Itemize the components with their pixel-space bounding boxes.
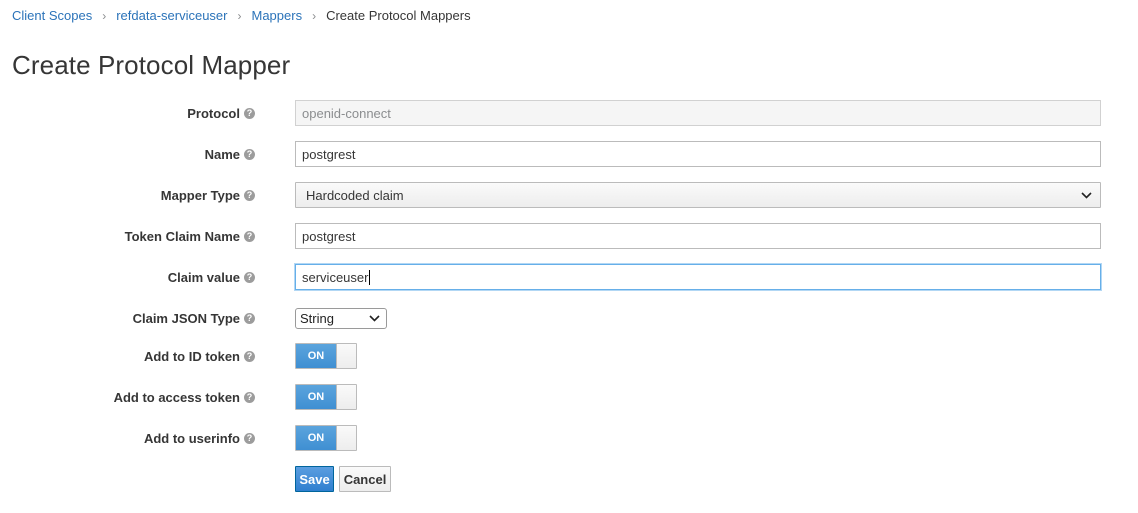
name-value: postgrest <box>302 146 356 162</box>
claim-value-value: serviceuser <box>302 269 369 285</box>
add-to-id-token-toggle[interactable]: ON <box>295 343 357 369</box>
token-claim-name-label: Token Claim Name ? <box>125 229 255 244</box>
add-to-userinfo-row: Add to userinfo ? ON <box>0 425 1138 451</box>
claim-value-label: Claim value ? <box>168 270 255 285</box>
breadcrumb-mappers[interactable]: Mappers <box>252 8 303 23</box>
name-field[interactable]: postgrest <box>295 141 1101 167</box>
save-button[interactable]: Save <box>295 466 334 492</box>
toggle-on-label: ON <box>296 385 336 409</box>
toggle-on-label: ON <box>296 426 336 450</box>
token-claim-name-field[interactable]: postgrest <box>295 223 1101 249</box>
token-claim-name-label-text: Token Claim Name <box>124 228 240 244</box>
toggle-knob <box>336 426 356 450</box>
mapper-type-label: Mapper Type ? <box>161 188 255 203</box>
claim-json-type-row: Claim JSON Type ? String <box>0 305 1138 331</box>
chevron-down-icon <box>1081 191 1092 199</box>
claim-value-field[interactable]: serviceuser <box>295 264 1101 290</box>
protocol-field: openid-connect <box>295 100 1101 126</box>
chevron-right-icon: › <box>102 8 107 23</box>
name-label-text: Name <box>204 146 240 162</box>
add-to-access-token-label-text: Add to access token <box>113 389 240 405</box>
claim-json-type-label-text: Claim JSON Type <box>132 310 240 326</box>
add-to-userinfo-label-text: Add to userinfo <box>143 430 240 446</box>
question-circle-icon[interactable]: ? <box>244 350 255 362</box>
question-circle-icon[interactable]: ? <box>244 189 255 201</box>
add-to-id-token-row: Add to ID token ? ON <box>0 343 1138 369</box>
chevron-right-icon: › <box>312 8 317 23</box>
mapper-type-value: Hardcoded claim <box>306 187 404 203</box>
claim-value-label-text: Claim value <box>167 269 240 285</box>
name-label: Name ? <box>205 147 255 162</box>
chevron-down-icon <box>369 314 380 322</box>
protocol-label-text: Protocol <box>187 105 240 121</box>
mapper-type-label-text: Mapper Type <box>160 187 240 203</box>
token-claim-name-value: postgrest <box>302 228 356 244</box>
mapper-type-select[interactable]: Hardcoded claim <box>295 182 1101 208</box>
add-to-userinfo-label: Add to userinfo ? <box>144 431 255 446</box>
question-circle-icon[interactable]: ? <box>244 107 255 119</box>
toggle-knob <box>336 344 356 368</box>
add-to-access-token-toggle[interactable]: ON <box>295 384 357 410</box>
protocol-row: Protocol ? openid-connect <box>0 100 1138 126</box>
question-circle-icon[interactable]: ? <box>244 148 255 160</box>
toggle-on-label: ON <box>296 344 336 368</box>
claim-json-type-select[interactable]: String <box>295 307 387 329</box>
mapper-type-row: Mapper Type ? Hardcoded claim <box>0 182 1138 208</box>
token-claim-name-row: Token Claim Name ? postgrest <box>0 223 1138 249</box>
question-circle-icon[interactable]: ? <box>244 432 255 444</box>
protocol-value: openid-connect <box>302 105 391 121</box>
question-circle-icon[interactable]: ? <box>244 271 255 283</box>
add-to-id-token-label-text: Add to ID token <box>143 348 240 364</box>
question-circle-icon[interactable]: ? <box>244 312 255 324</box>
protocol-label: Protocol ? <box>187 106 255 121</box>
toggle-knob <box>336 385 356 409</box>
breadcrumb-client-scopes[interactable]: Client Scopes <box>12 8 92 23</box>
add-to-id-token-label: Add to ID token ? <box>144 349 255 364</box>
page-title: Create Protocol Mapper <box>12 50 291 80</box>
add-to-userinfo-toggle[interactable]: ON <box>295 425 357 451</box>
chevron-right-icon: › <box>237 8 242 23</box>
question-circle-icon[interactable]: ? <box>244 230 255 242</box>
claim-value-row: Claim value ? serviceuser <box>0 264 1138 290</box>
claim-json-type-label: Claim JSON Type ? <box>133 311 255 326</box>
add-to-access-token-label: Add to access token ? <box>114 390 255 405</box>
name-row: Name ? postgrest <box>0 141 1138 167</box>
cancel-button[interactable]: Cancel <box>339 466 391 492</box>
breadcrumb-refdata-serviceuser[interactable]: refdata-serviceuser <box>116 8 227 23</box>
claim-json-type-value: String <box>300 310 334 326</box>
question-circle-icon[interactable]: ? <box>244 391 255 403</box>
breadcrumb-current: Create Protocol Mappers <box>326 8 471 23</box>
breadcrumb: Client Scopes › refdata-serviceuser › Ma… <box>12 8 471 23</box>
add-to-access-token-row: Add to access token ? ON <box>0 384 1138 410</box>
text-caret <box>369 269 371 285</box>
